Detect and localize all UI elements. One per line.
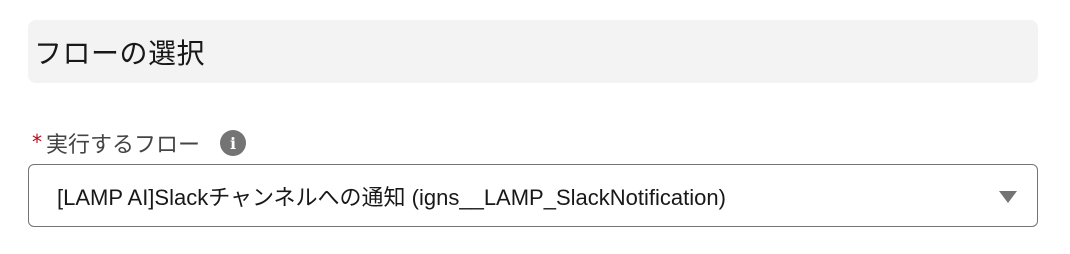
flow-field-label: 実行するフロー — [46, 133, 201, 158]
required-indicator: * — [32, 130, 42, 154]
flow-select[interactable]: [LAMP AI]Slackチャンネルへの通知 (igns__LAMP_Slac… — [28, 164, 1038, 227]
section-title: フローの選択 — [34, 36, 206, 70]
info-icon-glyph: i — [229, 133, 237, 153]
chevron-down-icon[interactable] — [999, 191, 1017, 203]
section-header: フローの選択 — [28, 20, 1038, 83]
info-icon[interactable]: i — [220, 130, 247, 156]
flow-select-value: [LAMP AI]Slackチャンネルへの通知 (igns__LAMP_Slac… — [57, 184, 726, 210]
flow-field-label-row: * 実行するフロー i — [32, 126, 247, 160]
